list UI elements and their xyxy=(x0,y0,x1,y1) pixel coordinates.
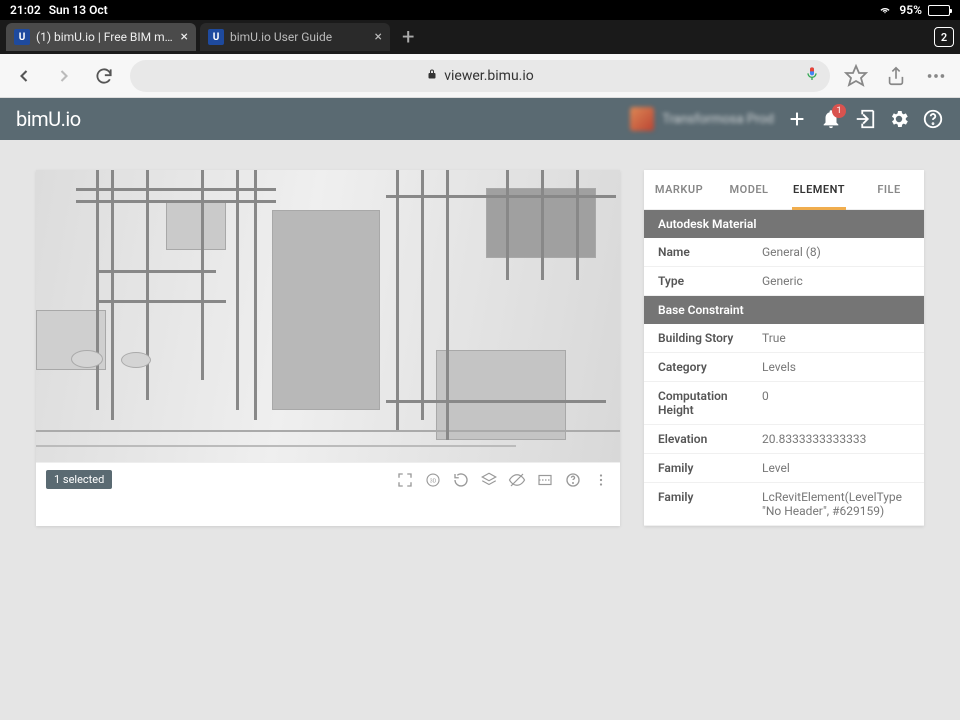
settings-button[interactable] xyxy=(888,108,910,130)
content-area: 1 selected 3D MARKUP MODEL ELEMENT FILE … xyxy=(0,140,960,556)
avatar xyxy=(630,107,654,131)
property-key: Elevation xyxy=(658,432,762,446)
property-row: Category Levels xyxy=(644,353,924,382)
property-value: LcRevitElement(LevelType "No Header", #6… xyxy=(762,490,910,518)
tab-title: (1) bimU.io | Free BIM mode xyxy=(36,30,175,44)
close-icon[interactable]: × xyxy=(375,29,382,45)
view3d-icon[interactable]: 3D xyxy=(424,471,442,489)
more-button[interactable] xyxy=(922,62,950,90)
visibility-off-icon[interactable] xyxy=(508,471,526,489)
property-row: Family Level xyxy=(644,454,924,483)
section-header: Base Constraint xyxy=(644,296,924,324)
mic-icon[interactable] xyxy=(804,66,820,86)
3d-viewport[interactable] xyxy=(36,170,620,462)
tab-count-button[interactable]: 2 xyxy=(934,27,954,47)
property-key: Family xyxy=(658,490,762,504)
browser-tab[interactable]: U bimU.io User Guide × xyxy=(200,23,390,51)
browser-nav-bar: viewer.bimu.io xyxy=(0,54,960,98)
battery-percent: 95% xyxy=(899,3,922,17)
tab-element[interactable]: ELEMENT xyxy=(784,170,854,209)
notifications-button[interactable]: 1 xyxy=(820,108,842,130)
browser-tab[interactable]: U (1) bimU.io | Free BIM mode × xyxy=(6,23,196,51)
status-time: 21:02 xyxy=(10,3,41,17)
property-value: Levels xyxy=(762,360,796,374)
property-value: True xyxy=(762,331,786,345)
property-row: Type Generic xyxy=(644,267,924,296)
property-value: 20.8333333333333 xyxy=(762,432,866,446)
section-header: Autodesk Material xyxy=(644,210,924,238)
svg-text:3D: 3D xyxy=(430,478,437,484)
property-key: Computation Height xyxy=(658,389,762,417)
brand-logo[interactable]: bimU.io xyxy=(16,107,81,131)
tab-markup[interactable]: MARKUP xyxy=(644,170,714,209)
notification-badge: 1 xyxy=(832,104,846,118)
status-date: Sun 13 Oct xyxy=(49,3,108,17)
panel-tabs: MARKUP MODEL ELEMENT FILE xyxy=(644,170,924,210)
browser-tab-strip: U (1) bimU.io | Free BIM mode × U bimU.i… xyxy=(0,20,960,54)
battery-icon xyxy=(928,5,950,16)
property-key: Building Story xyxy=(658,331,762,345)
layers-icon[interactable] xyxy=(480,471,498,489)
user-name: Transformosa Prod xyxy=(662,112,774,127)
property-key: Type xyxy=(658,274,762,288)
properties-panel: MARKUP MODEL ELEMENT FILE Autodesk Mater… xyxy=(644,170,924,526)
help-button[interactable] xyxy=(922,108,944,130)
new-tab-button[interactable]: + xyxy=(394,25,422,50)
exit-button[interactable] xyxy=(854,108,876,130)
fullscreen-icon[interactable] xyxy=(396,471,414,489)
tab-favicon: U xyxy=(14,29,30,45)
property-row: Name General (8) xyxy=(644,238,924,267)
forward-button[interactable] xyxy=(50,62,78,90)
viewer-panel: 1 selected 3D xyxy=(36,170,620,526)
property-key: Name xyxy=(658,245,762,259)
reload-button[interactable] xyxy=(90,62,118,90)
property-value: Generic xyxy=(762,274,803,288)
close-icon[interactable]: × xyxy=(181,29,188,45)
app-header: bimU.io Transformosa Prod 1 xyxy=(0,98,960,140)
ios-status-bar: 21:02 Sun 13 Oct 95% xyxy=(0,0,960,20)
tab-title: bimU.io User Guide xyxy=(230,30,369,44)
back-button[interactable] xyxy=(10,62,38,90)
add-button[interactable] xyxy=(786,108,808,130)
tab-model[interactable]: MODEL xyxy=(714,170,784,209)
selection-chip[interactable]: 1 selected xyxy=(46,470,112,489)
lock-icon xyxy=(426,68,438,83)
share-button[interactable] xyxy=(882,62,910,90)
bookmark-button[interactable] xyxy=(842,62,870,90)
property-row: Building Story True xyxy=(644,324,924,353)
user-chip[interactable]: Transformosa Prod xyxy=(630,107,774,131)
more-icon[interactable] xyxy=(592,471,610,489)
property-value: Level xyxy=(762,461,790,475)
refresh-icon[interactable] xyxy=(452,471,470,489)
viewer-toolbar: 1 selected 3D xyxy=(36,462,620,496)
property-row: Family LcRevitElement(LevelType "No Head… xyxy=(644,483,924,526)
help-icon[interactable] xyxy=(564,471,582,489)
tab-favicon: U xyxy=(208,29,224,45)
section-icon[interactable] xyxy=(536,471,554,489)
property-key: Category xyxy=(658,360,762,374)
property-key: Family xyxy=(658,461,762,475)
tab-file[interactable]: FILE xyxy=(854,170,924,209)
property-value: General (8) xyxy=(762,245,821,259)
property-row: Computation Height 0 xyxy=(644,382,924,425)
property-row: Elevation 20.8333333333333 xyxy=(644,425,924,454)
url-bar[interactable]: viewer.bimu.io xyxy=(130,60,830,92)
property-value: 0 xyxy=(762,389,769,403)
url-text: viewer.bimu.io xyxy=(444,68,534,84)
wifi-icon xyxy=(877,3,893,18)
